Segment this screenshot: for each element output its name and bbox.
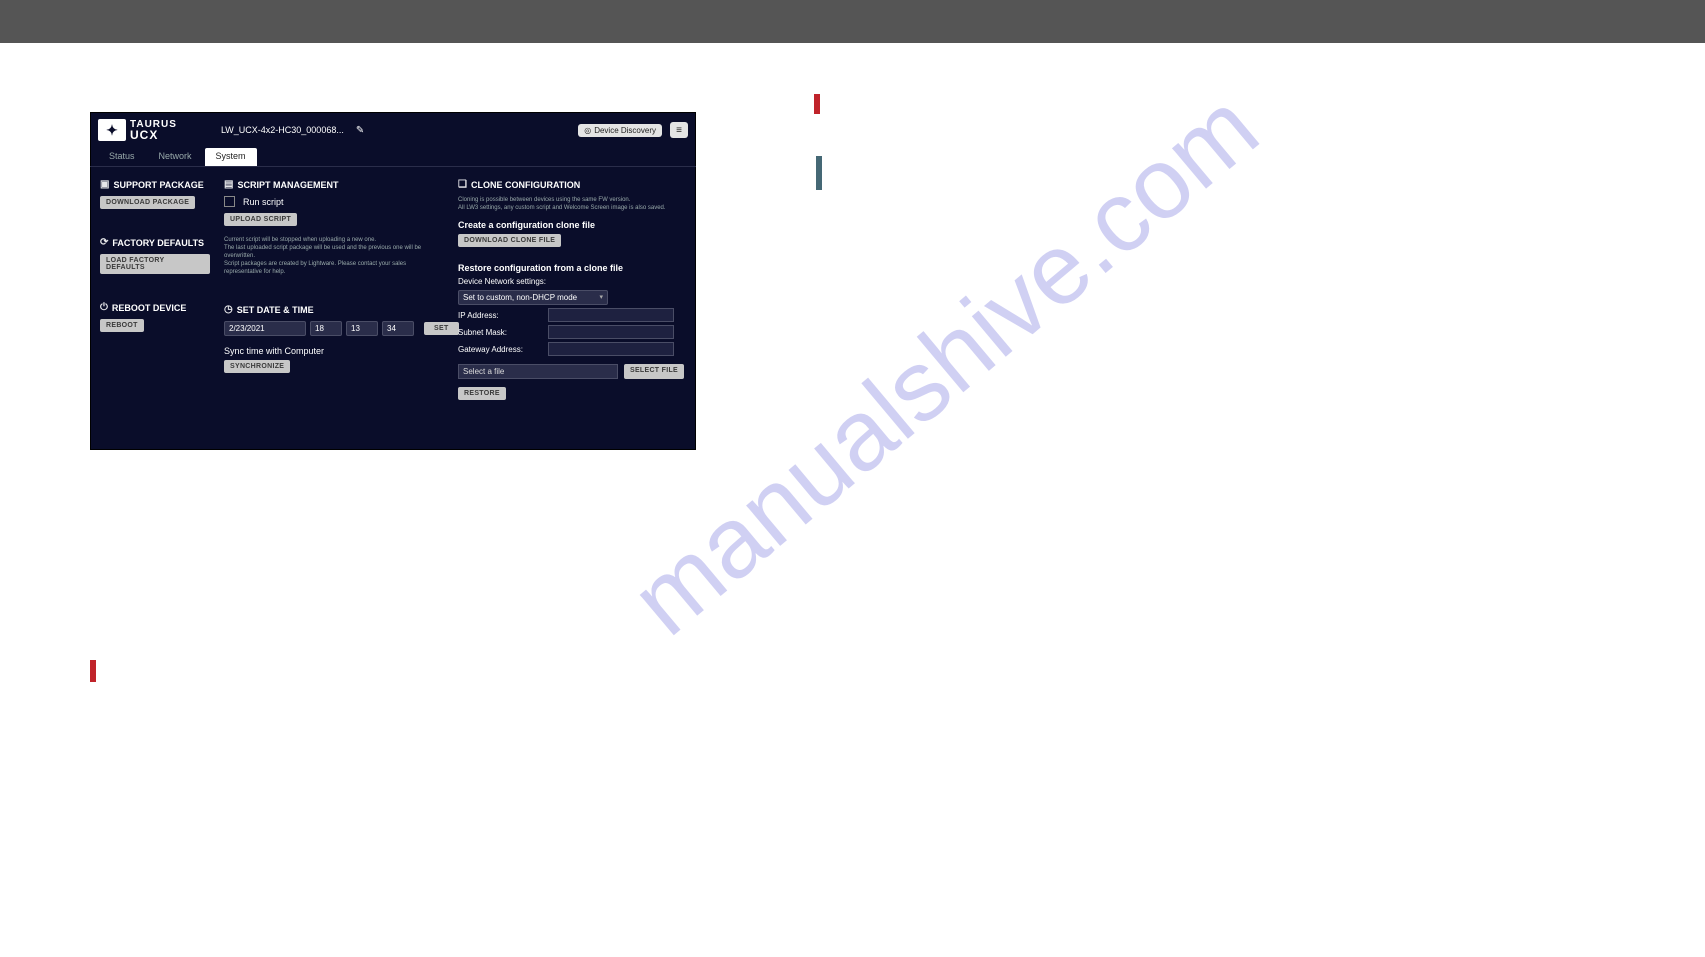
restore-button[interactable]: RESTORE <box>458 387 506 400</box>
download-package-button[interactable]: DOWNLOAD PACKAGE <box>100 196 195 209</box>
pencil-icon[interactable]: ✎ <box>356 125 364 136</box>
clone-config-label: CLONE CONFIGURATION <box>471 180 580 190</box>
date-input[interactable] <box>224 321 306 336</box>
refresh-icon: ⟳ <box>100 237 108 248</box>
tab-bar: Status Network System <box>90 148 696 167</box>
file-select-row: Select a file SELECT FILE <box>458 364 684 379</box>
device-name: LW_UCX-4x2-HC30_000068... <box>221 125 344 135</box>
minute-input[interactable] <box>346 321 378 336</box>
logo-text: TAURUS UCX <box>130 120 177 140</box>
power-icon: ⏻ <box>100 302 108 313</box>
subnet-input[interactable] <box>548 325 674 339</box>
clone-config-heading: ❏ CLONE CONFIGURATION <box>458 179 684 190</box>
logo-text-bottom: UCX <box>130 130 177 140</box>
column-right: ❏ CLONE CONFIGURATION Cloning is possibl… <box>458 179 684 410</box>
target-icon: ◎ <box>584 126 591 135</box>
device-network-settings-label: Device Network settings: <box>458 277 684 286</box>
device-control-panel: ✦ TAURUS UCX LW_UCX-4x2-HC30_000068... ✎… <box>90 112 696 450</box>
script-icon: ▤ <box>224 179 233 190</box>
download-clone-file-button[interactable]: DOWNLOAD CLONE FILE <box>458 234 561 247</box>
script-note-3: Script packages are created by Lightware… <box>224 260 444 276</box>
script-note-2: The last uploaded script package will be… <box>224 244 444 260</box>
select-file-button[interactable]: SELECT FILE <box>624 364 684 379</box>
set-datetime-label: SET DATE & TIME <box>237 305 314 315</box>
device-discovery-label: Device Discovery <box>594 126 656 135</box>
hour-input[interactable] <box>310 321 342 336</box>
logo-mark-icon: ✦ <box>98 119 126 141</box>
panel-header: ✦ TAURUS UCX LW_UCX-4x2-HC30_000068... ✎… <box>90 112 696 148</box>
network-mode-value: Set to custom, non-DHCP mode <box>463 293 577 302</box>
hamburger-menu-button[interactable]: ≡ <box>670 122 688 138</box>
file-path-display[interactable]: Select a file <box>458 364 618 379</box>
datetime-input-row: SET <box>224 321 444 336</box>
tab-status[interactable]: Status <box>98 148 146 166</box>
sync-time-label: Sync time with Computer <box>224 346 444 356</box>
run-script-label: Run script <box>243 197 284 207</box>
decorative-marker <box>814 94 820 114</box>
ip-row: IP Address: <box>458 308 684 322</box>
hamburger-icon: ≡ <box>676 125 682 136</box>
upload-script-button[interactable]: UPLOAD SCRIPT <box>224 213 297 226</box>
ip-input[interactable] <box>548 308 674 322</box>
support-package-label: SUPPORT PACKAGE <box>113 180 203 190</box>
chevron-down-icon: ▾ <box>599 293 603 301</box>
network-mode-select[interactable]: Set to custom, non-DHCP mode ▾ <box>458 290 608 305</box>
load-factory-defaults-button[interactable]: LOAD FACTORY DEFAULTS <box>100 254 210 274</box>
gateway-label: Gateway Address: <box>458 345 540 354</box>
clone-note-1: Cloning is possible between devices usin… <box>458 196 684 204</box>
script-management-label: SCRIPT MANAGEMENT <box>237 180 338 190</box>
clock-icon: ◷ <box>224 304 233 315</box>
synchronize-button[interactable]: SYNCHRONIZE <box>224 360 290 373</box>
reboot-button[interactable]: REBOOT <box>100 319 144 332</box>
subnet-label: Subnet Mask: <box>458 328 540 337</box>
set-button[interactable]: SET <box>424 322 459 335</box>
panel-body: ▣ SUPPORT PACKAGE DOWNLOAD PACKAGE ⟳ FAC… <box>90 167 696 418</box>
gateway-input[interactable] <box>548 342 674 356</box>
second-input[interactable] <box>382 321 414 336</box>
package-icon: ▣ <box>100 179 109 190</box>
factory-defaults-label: FACTORY DEFAULTS <box>112 238 204 248</box>
support-package-heading: ▣ SUPPORT PACKAGE <box>100 179 210 190</box>
factory-defaults-heading: ⟳ FACTORY DEFAULTS <box>100 237 210 248</box>
run-script-row: Run script <box>224 196 444 207</box>
clone-icon: ❏ <box>458 179 467 190</box>
set-datetime-heading: ◷ SET DATE & TIME <box>224 304 444 315</box>
restore-from-label: Restore configuration from a clone file <box>458 263 684 273</box>
page-top-bar <box>0 0 1705 43</box>
decorative-marker <box>816 156 822 190</box>
clone-note-2: All LW3 settings, any custom script and … <box>458 204 684 212</box>
device-discovery-button[interactable]: ◎ Device Discovery <box>578 124 662 137</box>
column-middle: ▤ SCRIPT MANAGEMENT Run script UPLOAD SC… <box>224 179 444 410</box>
reboot-device-heading: ⏻ REBOOT DEVICE <box>100 302 210 313</box>
watermark-text: manualshive.com <box>610 70 1280 658</box>
create-clone-label: Create a configuration clone file <box>458 220 684 230</box>
ip-label: IP Address: <box>458 311 540 320</box>
script-note-1: Current script will be stopped when uplo… <box>224 236 444 244</box>
decorative-marker <box>90 660 96 682</box>
tab-network[interactable]: Network <box>148 148 203 166</box>
logo: ✦ TAURUS UCX <box>98 119 177 141</box>
reboot-device-label: REBOOT DEVICE <box>112 303 187 313</box>
subnet-row: Subnet Mask: <box>458 325 684 339</box>
column-left: ▣ SUPPORT PACKAGE DOWNLOAD PACKAGE ⟳ FAC… <box>100 179 210 410</box>
script-management-heading: ▤ SCRIPT MANAGEMENT <box>224 179 444 190</box>
tab-system[interactable]: System <box>205 148 257 166</box>
run-script-checkbox[interactable] <box>224 196 235 207</box>
gateway-row: Gateway Address: <box>458 342 684 356</box>
